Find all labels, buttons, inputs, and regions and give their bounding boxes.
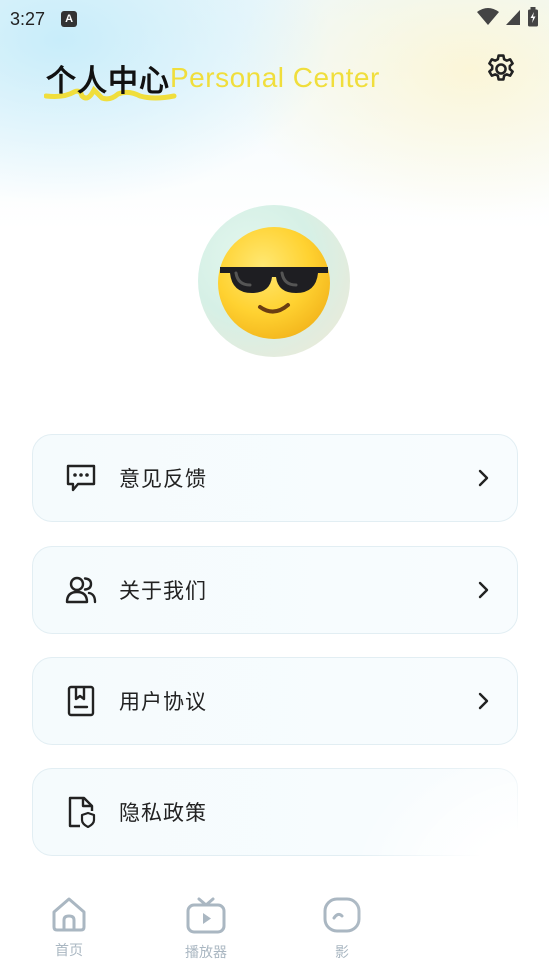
chevron-right-icon	[475, 468, 491, 488]
page-title-cn: 个人中心	[46, 64, 170, 99]
feedback-icon	[65, 462, 97, 494]
menu-item-label: 意见反馈	[119, 467, 207, 491]
status-icons	[477, 7, 539, 31]
chevron-right-icon	[475, 580, 491, 600]
wifi-icon	[477, 8, 499, 30]
tab-home[interactable]: 首页	[29, 896, 109, 960]
bottom-tab-bar: 首页 播放器 影	[0, 888, 549, 977]
privacy-icon	[65, 796, 97, 828]
avatar[interactable]	[198, 205, 350, 357]
tab-label: 播放器	[185, 945, 227, 961]
status-time: 3:27	[10, 8, 46, 29]
home-icon	[50, 896, 88, 936]
a-notification-icon: A	[61, 11, 78, 27]
tab-player[interactable]: 播放器	[166, 896, 246, 962]
tv-play-icon	[185, 896, 227, 938]
page-header: 个人中心 Personal Center	[46, 56, 380, 100]
agreement-icon	[65, 685, 97, 717]
menu-item-label: 隐私政策	[119, 801, 207, 825]
menu-item-feedback[interactable]: 意见反馈	[32, 434, 518, 522]
menu-item-label: 用户协议	[119, 690, 207, 714]
tab-film[interactable]: 影	[302, 896, 382, 962]
gear-icon[interactable]	[484, 52, 518, 86]
signal-icon	[504, 8, 522, 30]
status-bar: 3:27 A	[0, 0, 549, 38]
page-title-en: Personal Center	[170, 62, 380, 93]
tab-label: 影	[335, 945, 349, 961]
chevron-right-icon	[475, 691, 491, 711]
menu-item-label: 关于我们	[119, 579, 207, 603]
menu-item-user-agreement[interactable]: 用户协议	[32, 657, 518, 745]
tab-label: 首页	[55, 943, 83, 959]
film-icon	[322, 896, 362, 938]
cool-emoji-avatar	[218, 227, 330, 339]
menu-item-privacy-policy[interactable]: 隐私政策	[32, 768, 518, 856]
battery-icon	[527, 7, 539, 31]
menu-item-about-us[interactable]: 关于我们	[32, 546, 518, 634]
users-icon	[65, 574, 97, 606]
